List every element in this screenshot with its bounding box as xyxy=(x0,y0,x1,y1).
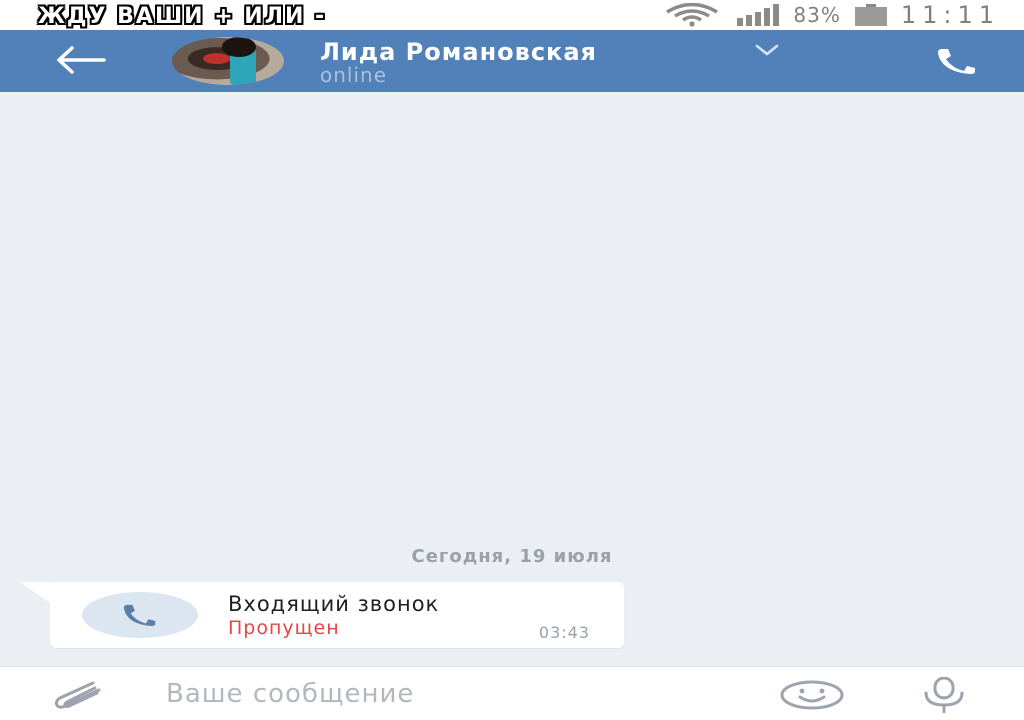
avatar[interactable] xyxy=(172,37,284,85)
contact-status: online xyxy=(320,63,388,87)
chevron-down-icon[interactable] xyxy=(754,42,780,58)
bubble-tail xyxy=(20,582,52,604)
battery-icon xyxy=(854,4,887,26)
call-message[interactable]: Входящий звонок Пропущен 03:43 xyxy=(50,582,624,648)
emoji-button[interactable] xyxy=(778,675,846,715)
wifi-icon xyxy=(666,3,719,27)
signal-icon xyxy=(737,4,780,26)
chat-header: Лида Романовская online xyxy=(0,30,1024,92)
status-bar: ЖДУ ВАШИ + ИЛИ - 83% 11:11 xyxy=(0,0,1024,30)
date-separator: Сегодня, 19 июля xyxy=(411,546,613,567)
phone-icon xyxy=(123,604,156,626)
phone-icon xyxy=(938,49,975,74)
battery-percent: 83% xyxy=(793,3,841,27)
back-arrow-icon xyxy=(57,46,106,74)
call-button[interactable] xyxy=(926,42,988,80)
call-icon-circle xyxy=(82,592,198,638)
message-input[interactable] xyxy=(160,673,762,715)
paperclip-icon xyxy=(54,681,101,709)
call-status: Пропущен xyxy=(228,617,340,639)
message-time: 03:43 xyxy=(538,623,590,642)
smiley-icon xyxy=(780,680,844,710)
overlay-caption: ЖДУ ВАШИ + ИЛИ - xyxy=(38,4,327,29)
status-indicators: 83% 11:11 xyxy=(661,0,1000,30)
call-title: Входящий звонок xyxy=(228,592,440,616)
microphone-icon xyxy=(924,677,964,713)
microphone-button[interactable] xyxy=(910,673,978,717)
clock: 11:11 xyxy=(900,1,1000,29)
chat-screen: ЖДУ ВАШИ + ИЛИ - 83% 11:11 Лида Романовс… xyxy=(0,0,1024,720)
contact-name[interactable]: Лида Романовская xyxy=(320,38,597,66)
attach-button[interactable] xyxy=(50,675,110,715)
back-button[interactable] xyxy=(48,40,112,80)
composer-bar xyxy=(0,666,1024,720)
message-list: Сегодня, 19 июля Входящий звонок Пропуще… xyxy=(0,92,1024,666)
